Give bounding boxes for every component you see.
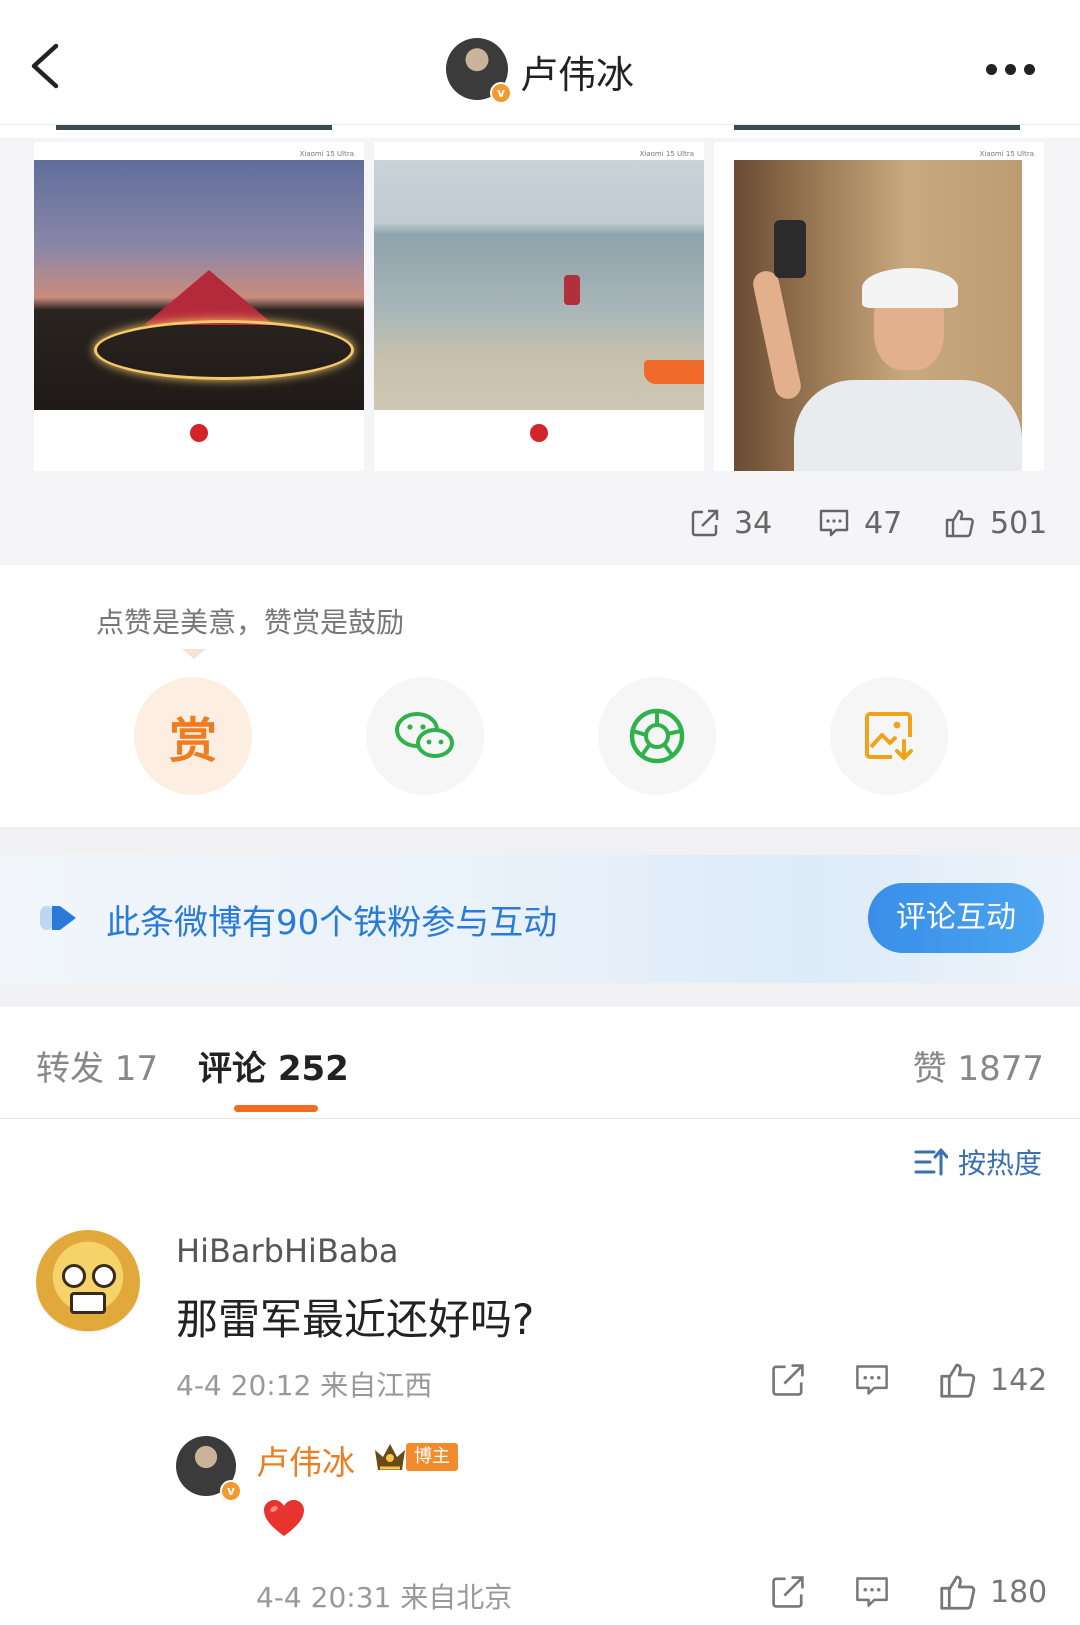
repost-icon — [772, 1364, 804, 1396]
reply-author-avatar[interactable]: v — [176, 1436, 242, 1502]
reward-tip-text: 点赞是美意，赞赏是鼓励 — [96, 606, 405, 639]
thumbs-up-icon — [945, 509, 974, 538]
tab-repost[interactable]: 转发 17 — [36, 1041, 158, 1090]
blogger-label: 博主 — [406, 1443, 458, 1471]
tab-comment[interactable]: 评论 252 — [198, 1041, 349, 1090]
save-image-icon — [865, 712, 913, 761]
comment-text: 那雷军最近还好吗? — [176, 1295, 535, 1344]
author-avatar[interactable]: v — [446, 38, 512, 104]
photo-grid: Xiaomi 15 Ultra Xiaomi 15 Ultra Xiaomi 1… — [0, 138, 1080, 473]
reply-comment-button[interactable] — [854, 1570, 890, 1614]
fan-banner-text: 此条微博有90个铁粉参与互动 — [106, 903, 558, 943]
fan-interaction-banner: 此条微博有90个铁粉参与互动 评论互动 — [0, 855, 1080, 983]
photo-watermark: Xiaomi 15 Ultra — [979, 150, 1034, 158]
section-divider — [0, 983, 1080, 1007]
comment-reply-button[interactable] — [854, 1358, 890, 1402]
photo-thumbnail[interactable]: Xiaomi 15 Ultra — [34, 142, 364, 471]
photo-row-edge — [56, 125, 332, 130]
reward-share-panel: 点赞是美意，赞赏是鼓励 赏 — [0, 565, 1080, 827]
verified-badge: v — [220, 1480, 242, 1502]
repost-count: 34 — [734, 505, 773, 541]
comment-icon — [819, 509, 849, 537]
share-moments-button[interactable] — [598, 677, 716, 795]
tab-like[interactable]: 赞 1877 — [913, 1041, 1044, 1090]
comment-icon — [856, 1577, 888, 1607]
sort-button[interactable]: 按热度 — [914, 1142, 1042, 1182]
reward-label: 赏 — [168, 713, 217, 769]
photo-thumbnail[interactable]: Xiaomi 15 Ultra — [374, 142, 704, 471]
active-tab-indicator — [234, 1105, 318, 1112]
repost-button[interactable]: 34 — [690, 505, 772, 541]
back-arrow-icon[interactable] — [26, 40, 66, 92]
comment-like-button[interactable]: 142 — [938, 1358, 1047, 1402]
photo-row-edge — [734, 125, 1020, 130]
section-divider — [0, 827, 1080, 855]
reply-like-button[interactable]: 180 — [938, 1570, 1047, 1614]
like-button[interactable]: 501 — [944, 505, 1047, 541]
moments-icon — [629, 708, 685, 764]
tip-arrow — [182, 649, 206, 659]
comment-tabs: 转发 17 评论 252 赞 1877 — [0, 1007, 1080, 1119]
photo-watermark: Xiaomi 15 Ultra — [299, 150, 354, 158]
sort-icon — [914, 1148, 948, 1176]
sunset-tent-photo — [34, 160, 364, 410]
reply-meta: 4-4 20:31 来自北京 — [256, 1581, 513, 1614]
sort-label: 按热度 — [957, 1147, 1042, 1180]
page-title[interactable]: 卢伟冰 — [520, 44, 634, 99]
thumbs-up-icon — [940, 1575, 976, 1610]
fan-play-icon — [40, 906, 76, 930]
comment-like-count: 142 — [990, 1362, 1048, 1398]
comment-interact-button[interactable]: 评论互动 — [868, 883, 1044, 953]
comment-meta: 4-4 20:12 来自江西 — [176, 1369, 433, 1402]
repost-icon — [772, 1576, 804, 1608]
reward-button[interactable]: 赏 — [134, 677, 252, 795]
heart-emoji-icon — [264, 1500, 304, 1536]
beach-photo — [374, 160, 704, 410]
verified-badge: v — [490, 82, 512, 104]
comment-button[interactable]: 47 — [818, 505, 902, 541]
reply-author-name[interactable]: 卢伟冰 — [256, 1436, 355, 1484]
like-count: 501 — [990, 505, 1048, 541]
blogger-badge: 博主 — [372, 1440, 458, 1474]
photo-thumbnail[interactable]: Xiaomi 15 Ultra — [714, 142, 1044, 471]
top-nav-bar: v 卢伟冰 — [0, 0, 1080, 125]
leica-logo-icon — [190, 424, 208, 442]
reply-repost-button[interactable] — [770, 1570, 806, 1614]
comment-repost-button[interactable] — [770, 1358, 806, 1402]
selfie-photo — [734, 160, 1022, 471]
post-stats-bar: 34 47 501 — [0, 473, 1080, 565]
leica-logo-icon — [530, 424, 548, 442]
wechat-icon — [395, 712, 454, 758]
comment-icon — [856, 1365, 888, 1395]
commenter-avatar[interactable] — [36, 1230, 140, 1334]
save-image-button[interactable] — [830, 677, 948, 795]
comment-count: 47 — [864, 505, 903, 541]
thumbs-up-icon — [940, 1363, 976, 1398]
repost-icon — [691, 509, 719, 537]
reply-like-count: 180 — [990, 1574, 1048, 1610]
more-options-icon[interactable] — [986, 60, 1046, 78]
commenter-username[interactable]: HiBarbHiBaba — [176, 1232, 398, 1270]
crown-icon — [375, 1444, 405, 1470]
share-wechat-button[interactable] — [366, 677, 484, 795]
photo-watermark: Xiaomi 15 Ultra — [639, 150, 694, 158]
